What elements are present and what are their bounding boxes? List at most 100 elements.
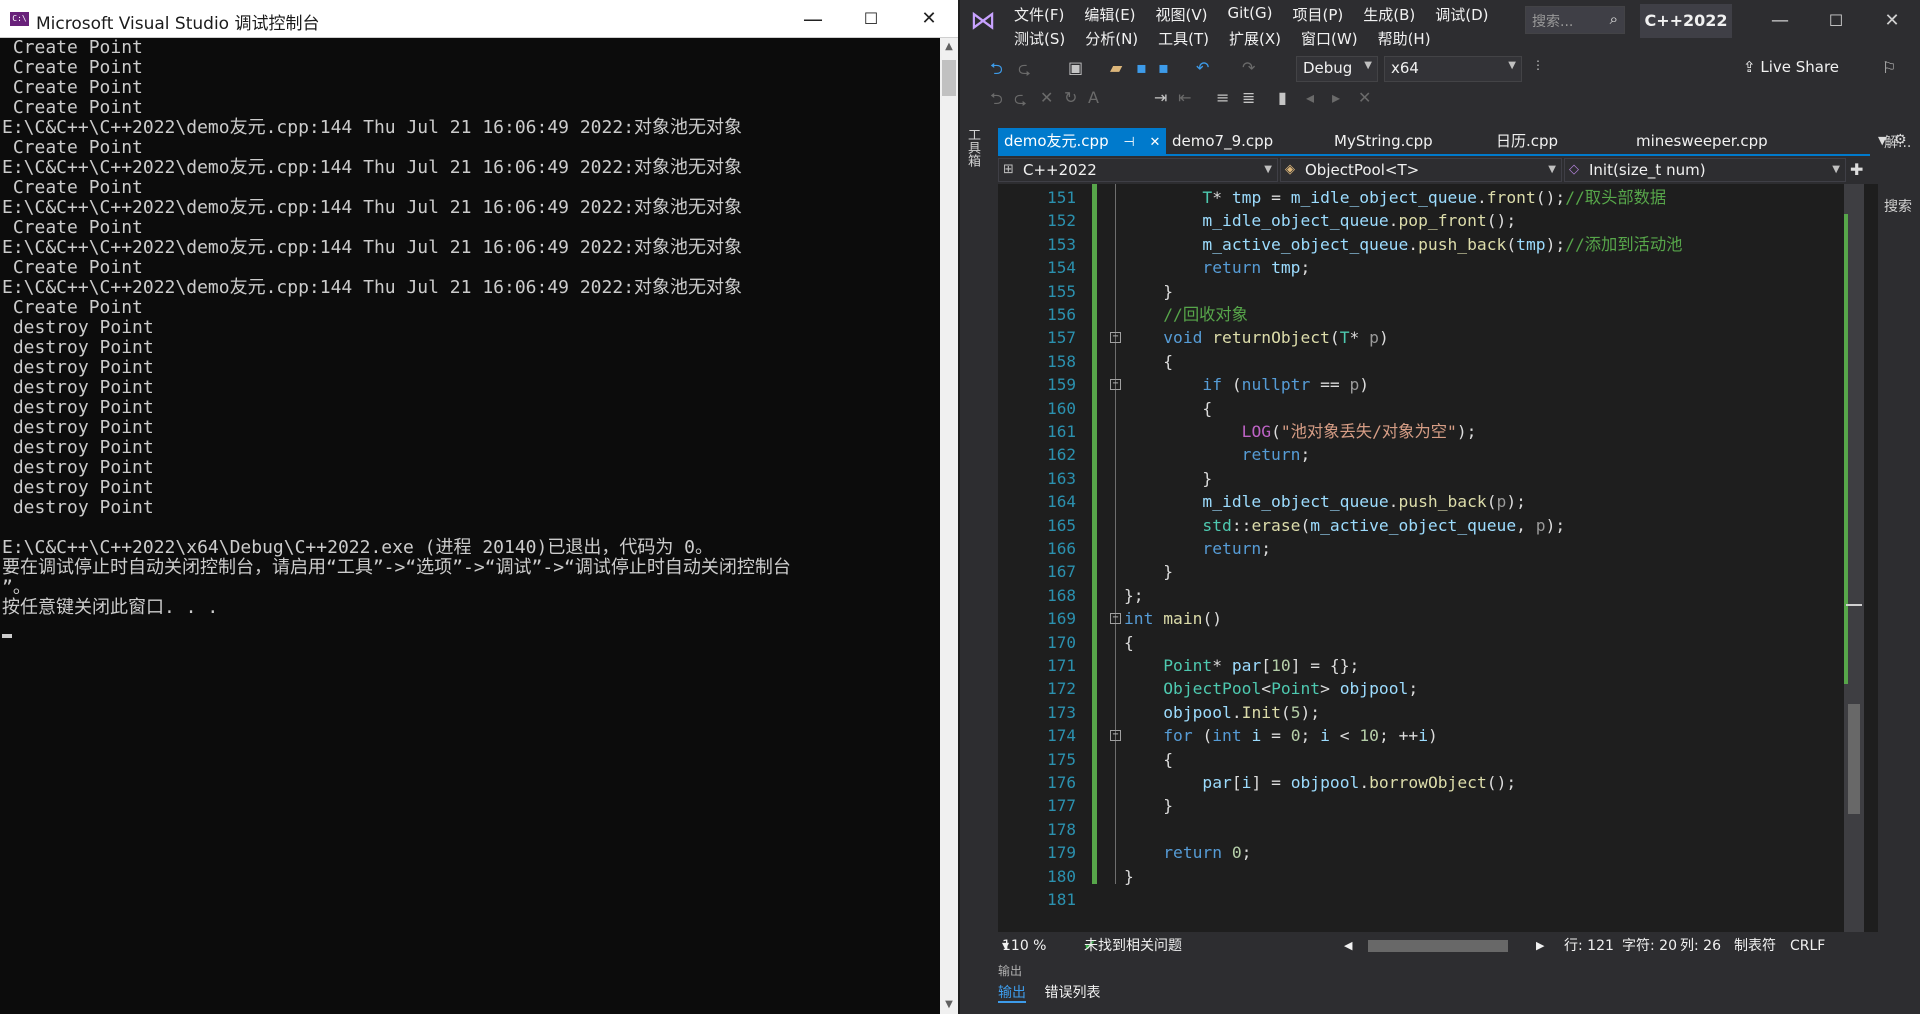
code-line[interactable]: 178 [998,818,1858,841]
console-titlebar[interactable]: C:\ Microsoft Visual Studio 调试控制台 — ☐ ✕ [0,0,958,38]
code-line[interactable]: 157 − void returnObject(T* p) [998,326,1858,349]
tab-overflow-icon[interactable]: ▼ [1878,134,1886,147]
code-line[interactable]: 151 T* tmp = m_idle_object_queue.front()… [998,186,1858,209]
uncomment-icon[interactable]: ≣ [1242,88,1255,107]
toolbox-label[interactable]: 工具箱 [963,128,982,167]
code-line[interactable]: 169 − int main() [998,607,1858,630]
line-indicator[interactable]: 行: 121 [1564,934,1614,958]
font-icon[interactable]: A [1088,88,1099,107]
code-line[interactable]: 175 { [998,748,1858,771]
eol-indicator[interactable]: CRLF [1790,934,1825,958]
save-all-icon[interactable]: ▪ [1158,58,1169,77]
close-button[interactable]: ✕ [906,0,952,38]
code-line[interactable]: 161 LOG("池对象丢失/对象为空"); [998,420,1858,443]
back-icon[interactable]: ⮌ [990,58,1003,85]
tabs-indicator[interactable]: 制表符 [1734,934,1776,958]
editor-vertical-scrollbar[interactable] [1844,184,1864,932]
code-line[interactable]: 174 − for (int i = 0; i < 10; ++i) [998,724,1858,747]
code-line[interactable]: 152 m_idle_object_queue.pop_front(); [998,209,1858,232]
scroll-up-icon[interactable]: ▲ [940,38,958,56]
scope-dropdown[interactable]: ◈ ObjectPool<T> ▼ [1280,158,1562,182]
configuration-dropdown[interactable]: Debug ▼ [1296,56,1378,82]
menu-item[interactable]: 扩展(X) [1229,28,1281,49]
code-line[interactable]: 165 std::erase(m_active_object_queue, p)… [998,514,1858,537]
code-line[interactable]: 163 } [998,467,1858,490]
editor-horizontal-scroll-thumb[interactable] [1368,940,1508,952]
menu-item[interactable]: 帮助(H) [1378,28,1431,49]
tab-mystring[interactable]: MyString.cpp [1328,128,1488,154]
zoom-dropdown[interactable]: 110 % ▾ [1002,934,1046,958]
console-scroll-thumb[interactable] [942,60,956,96]
outdent-icon[interactable]: ⇤ [1178,88,1191,107]
code-line[interactable]: 160 { [998,397,1858,420]
code-editor[interactable]: 151 T* tmp = m_idle_object_queue.front()… [998,184,1878,932]
visual-studio-window[interactable]: ⋈ 文件(F) 编辑(E) 视图(V) Git(G) 项目(P) 生成(B) 调试(D) 测… [960,0,1920,1014]
tab-demo7-9[interactable]: demo7_9.cpp [1166,128,1326,154]
code-line[interactable]: 155 } [998,280,1858,303]
menu-item[interactable]: Git(G) [1228,4,1273,25]
search-box[interactable]: 搜索... ⌕ [1525,6,1625,34]
code-line[interactable]: 176 par[i] = objpool.borrowObject(); [998,771,1858,794]
save-icon[interactable]: ▪ [1136,58,1147,77]
code-line[interactable]: 162 return; [998,443,1858,466]
menu-item[interactable]: 项目(P) [1293,4,1344,25]
code-line[interactable]: 177 } [998,794,1858,817]
menu-item[interactable]: 工具(T) [1158,28,1209,49]
menu-item[interactable]: 调试(D) [1435,4,1488,25]
code-line[interactable]: 167 } [998,560,1858,583]
char-indicator[interactable]: 字符: 20 [1622,934,1677,958]
indent-icon[interactable]: ⇥ [1154,88,1167,107]
collapse-icon[interactable]: − [1110,379,1121,391]
feedback-icon[interactable]: ⚐ [1882,58,1896,77]
code-line[interactable]: 180} [998,865,1858,888]
forward-icon[interactable]: ⮎ [1018,58,1031,85]
gear-icon[interactable]: ⚙ [1894,132,1907,148]
scroll-left-icon[interactable]: ◀ [1344,934,1352,958]
toolbox-strip[interactable]: 工具箱 [960,120,982,990]
clear-bookmarks-icon[interactable]: ✕ [1358,88,1371,107]
menu-item[interactable]: 编辑(E) [1084,4,1135,25]
debug-console-window[interactable]: C:\ Microsoft Visual Studio 调试控制台 — ☐ ✕ … [0,0,958,1014]
code-line[interactable]: 164 m_idle_object_queue.push_back(p); [998,490,1858,513]
tab-error-list[interactable]: 错误列表 [1044,985,1100,1001]
menu-item[interactable]: 分析(N) [1085,28,1138,49]
project-dropdown[interactable]: ⊞ C++2022 ▼ [998,158,1278,182]
vs-minimize-button[interactable]: — [1760,6,1800,36]
code-line[interactable]: 168}; [998,584,1858,607]
code-line[interactable]: 156 //回收对象 [998,303,1858,326]
console-output[interactable]: Create Point Create Point Create Point C… [0,38,940,1014]
close-icon[interactable]: ✕ [1150,135,1161,150]
col-indicator[interactable]: 列: 26 [1680,934,1721,958]
debug-forward-icon[interactable]: ⮎ [1014,88,1027,115]
menu-item[interactable]: 文件(F) [1014,4,1064,25]
live-share-button[interactable]: ⇪ Live Share [1743,58,1839,76]
maximize-button[interactable]: ☐ [848,0,894,38]
debug-back-icon[interactable]: ⮌ [990,88,1003,115]
platform-dropdown[interactable]: x64 ▼ [1384,56,1522,82]
split-editor-icon[interactable]: ✚ [1850,160,1863,179]
menu-item[interactable]: 测试(S) [1014,28,1065,49]
comment-icon[interactable]: ≡ [1216,88,1229,107]
solution-explorer-strip[interactable]: 解... 搜索 [1880,120,1920,990]
tab-demo-youyuan[interactable]: demo友元.cpp ⊣ ✕ [998,128,1166,154]
tab-calendar[interactable]: 日历.cpp [1490,128,1630,154]
menu-item[interactable]: 窗口(W) [1301,28,1358,49]
collapse-icon[interactable]: − [1110,613,1121,625]
tab-output[interactable]: 输出 [998,985,1026,1003]
console-scrollbar[interactable]: ▲ ▼ [940,38,958,1014]
next-bookmark-icon[interactable]: ▸ [1332,88,1340,107]
code-line[interactable]: 170 { [998,631,1858,654]
code-line[interactable]: 179 return 0; [998,841,1858,864]
prev-bookmark-icon[interactable]: ◂ [1306,88,1314,107]
output-panel[interactable]: 输出 输出 错误列表 [960,962,1920,1014]
toolbar-overflow-icon[interactable]: ⋮ [1532,58,1544,72]
menu-item[interactable]: 生成(B) [1363,4,1415,25]
code-line[interactable]: 173 objpool.Init(5); [998,701,1858,724]
code-line[interactable]: 158 { [998,350,1858,373]
scroll-right-icon[interactable]: ▶ [1536,934,1544,958]
member-dropdown[interactable]: ◇ Init(size_t num) ▼ [1564,158,1846,182]
minimize-button[interactable]: — [790,0,836,38]
code-line[interactable]: 153 m_active_object_queue.push_back(tmp)… [998,233,1858,256]
menu-item[interactable]: 视图(V) [1156,4,1208,25]
vs-close-button[interactable]: ✕ [1872,6,1912,36]
